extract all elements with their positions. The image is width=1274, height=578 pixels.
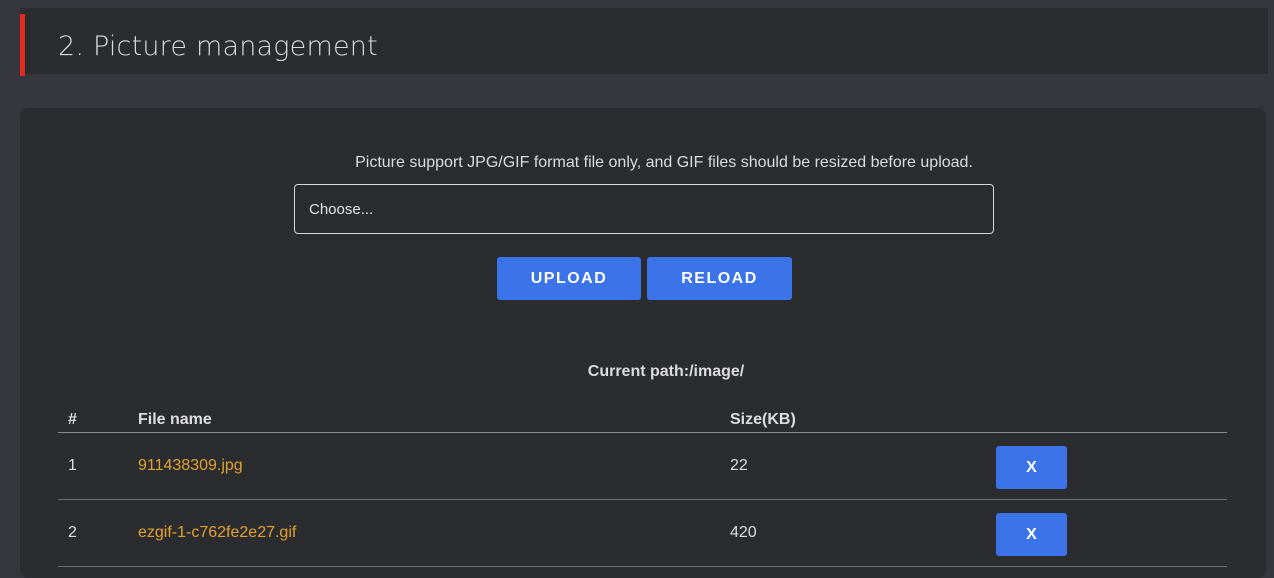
table-header: # File name Size(KB) <box>58 403 1227 433</box>
row-index: 1 <box>68 457 77 474</box>
section-accent-bar <box>20 14 25 76</box>
header-index: # <box>68 411 77 428</box>
file-name-link[interactable]: ezgif-1-c762fe2e27.gif <box>138 524 296 541</box>
current-path-label: Current path:/image/ <box>587 363 745 380</box>
delete-button[interactable]: X <box>996 446 1067 489</box>
file-name-link[interactable]: 911438309.jpg <box>138 457 243 474</box>
header-file-name: File name <box>138 411 212 428</box>
file-chooser-input[interactable]: Choose... <box>294 184 994 234</box>
file-link[interactable]: ezgif-1-c762fe2e27.gif <box>138 524 296 542</box>
reload-button[interactable]: RELOAD <box>647 257 792 300</box>
file-table: # File name Size(KB) 1 911438309.jpg 22 … <box>58 403 1227 567</box>
upload-info-text: Picture support JPG/GIF format file only… <box>355 154 973 171</box>
delete-button[interactable]: X <box>996 513 1067 556</box>
section-header: 2. Picture management <box>20 8 1268 76</box>
row-size: 420 <box>730 524 757 541</box>
section-title: 2. Picture management <box>58 31 378 62</box>
row-size: 22 <box>730 457 748 474</box>
header-size: Size(KB) <box>730 411 796 428</box>
upload-button[interactable]: UPLOAD <box>497 257 641 300</box>
file-link[interactable]: 911438309.jpg <box>138 457 243 475</box>
row-index: 2 <box>68 524 77 541</box>
picture-management-panel: Picture support JPG/GIF format file only… <box>20 108 1266 578</box>
table-row: 1 911438309.jpg 22 X <box>58 433 1227 500</box>
